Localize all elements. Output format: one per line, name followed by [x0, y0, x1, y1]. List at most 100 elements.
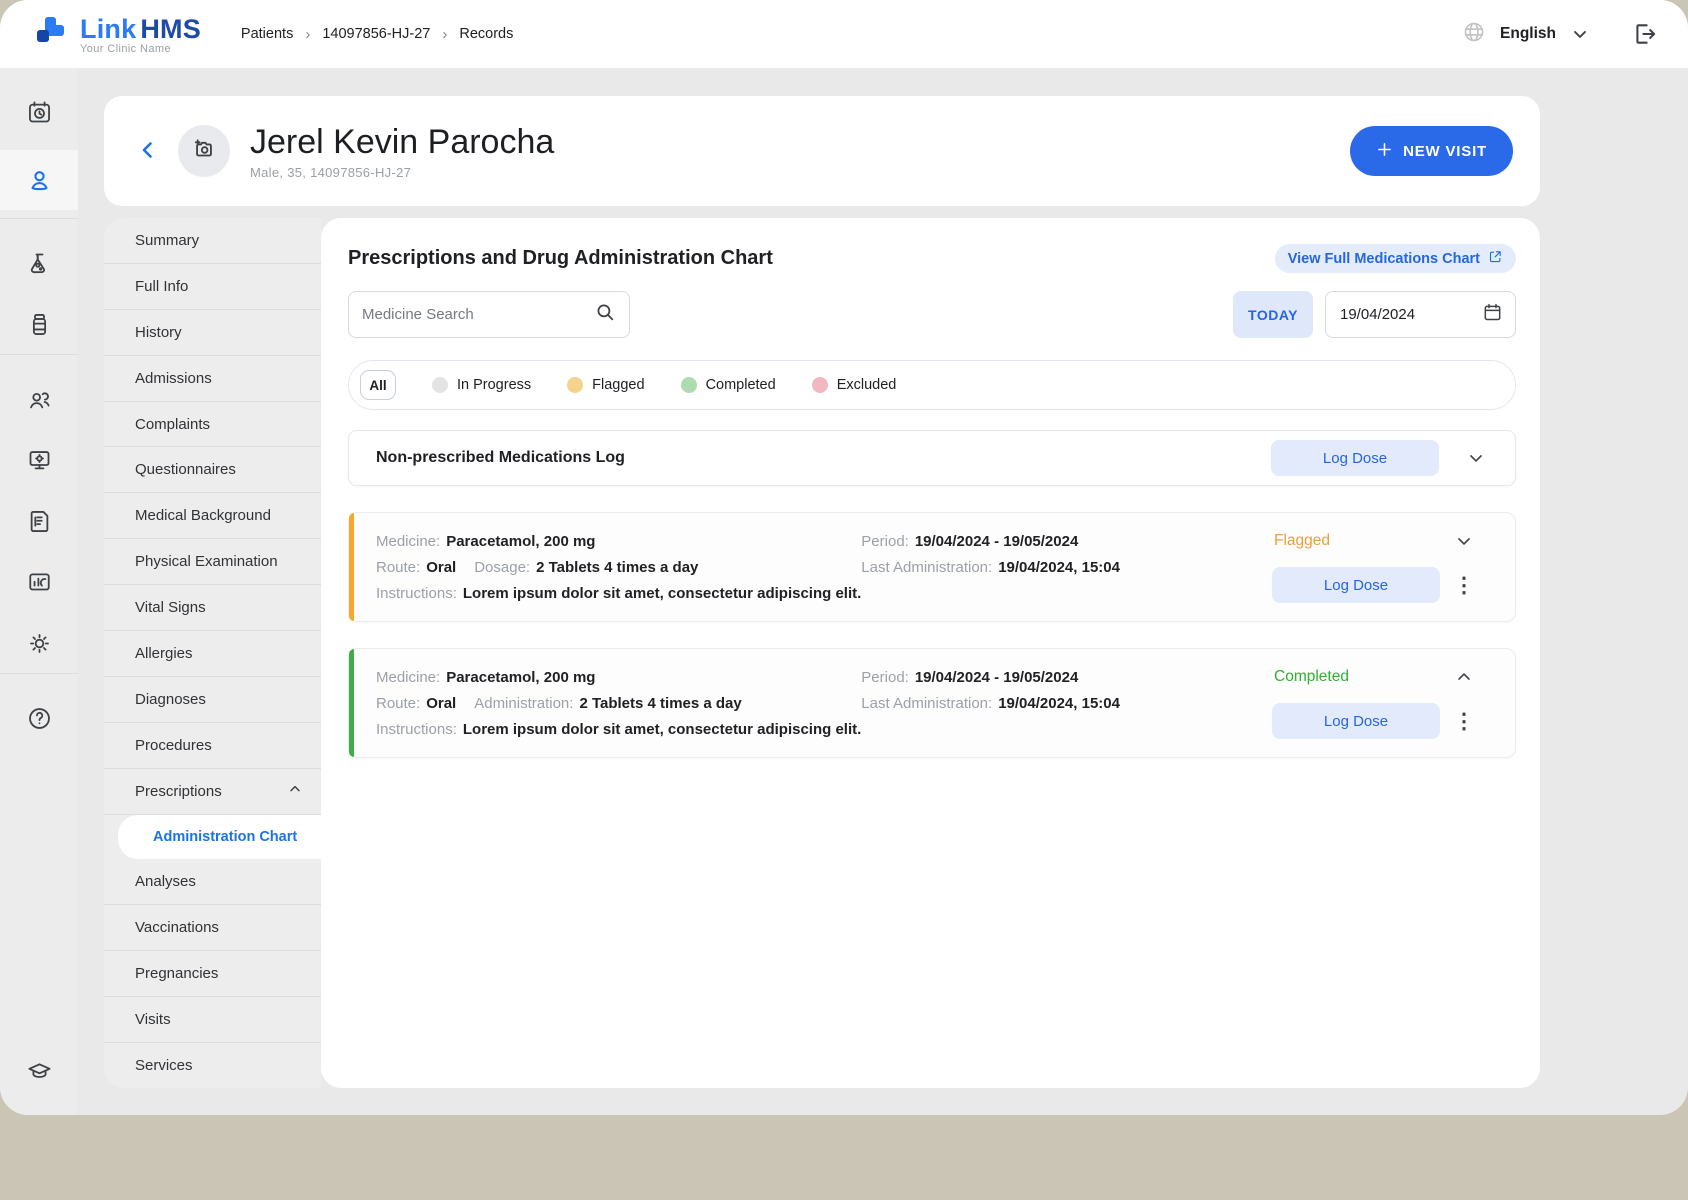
content-area: Jerel Kevin Parocha Male, 35, 14097856-H…	[78, 68, 1688, 1115]
date-picker	[1325, 291, 1516, 338]
medicine-value: Paracetamol, 200 mg	[446, 533, 595, 550]
breadcrumb-patients[interactable]: Patients	[241, 26, 293, 42]
patient-header-card: Jerel Kevin Parocha Male, 35, 14097856-H…	[104, 96, 1540, 206]
app-window: LinkHMS Your Clinic Name Patients › 1409…	[0, 0, 1688, 1115]
laboratory-icon[interactable]	[17, 241, 61, 285]
administration-value: 2 Tablets 4 times a day	[579, 695, 741, 712]
schedule-calendar-icon[interactable]	[17, 90, 61, 134]
filter-in-progress[interactable]: In Progress	[432, 377, 531, 393]
rail-divider	[0, 673, 78, 674]
nav-item-services[interactable]: Services	[104, 1043, 321, 1088]
nav-item-analyses[interactable]: Analyses	[104, 859, 321, 905]
new-visit-button[interactable]: NEW VISIT	[1350, 126, 1513, 176]
instructions-value: Lorem ipsum dolor sit amet, consectetur …	[463, 585, 861, 602]
dosage-value: 2 Tablets 4 times a day	[536, 559, 698, 576]
language-chevron-down-icon[interactable]	[1570, 24, 1590, 44]
record-nav-panel: Summary Full Info History Admissions Com…	[104, 218, 321, 1088]
log-dose-button[interactable]: Log Dose	[1272, 703, 1440, 739]
kebab-menu-icon[interactable]: ⋮	[1452, 573, 1476, 597]
medicine-search-input[interactable]	[362, 306, 594, 323]
logout-icon[interactable]	[1632, 21, 1658, 47]
globe-icon	[1462, 20, 1486, 49]
billing-icon[interactable]	[17, 499, 61, 543]
nav-item-prescriptions[interactable]: Prescriptions	[104, 769, 321, 815]
pharmacy-icon[interactable]	[17, 302, 61, 346]
breadcrumb-separator: ›	[305, 26, 310, 43]
breadcrumb-patient-id[interactable]: 14097856-HJ-27	[322, 26, 430, 42]
nav-item-procedures[interactable]: Procedures	[104, 723, 321, 769]
in-progress-dot-icon	[432, 377, 448, 393]
external-link-icon	[1488, 249, 1503, 268]
avatar[interactable]	[178, 125, 230, 177]
nav-item-vital-signs[interactable]: Vital Signs	[104, 585, 321, 631]
settings-gear-icon[interactable]	[17, 621, 61, 665]
nav-item-history[interactable]: History	[104, 310, 321, 356]
reports-icon[interactable]	[17, 560, 61, 604]
breadcrumb: Patients › 14097856-HJ-27 › Records	[241, 26, 513, 43]
education-icon[interactable]	[17, 1049, 61, 1093]
last-administration-value: 19/04/2024, 15:04	[998, 695, 1120, 712]
instructions-value: Lorem ipsum dolor sit amet, consectetur …	[463, 721, 861, 738]
nav-item-diagnoses[interactable]: Diagnoses	[104, 677, 321, 723]
nav-item-full-info[interactable]: Full Info	[104, 264, 321, 310]
staff-icon[interactable]	[17, 377, 61, 421]
status-badge: Completed	[1272, 668, 1440, 686]
calendar-icon[interactable]	[1482, 302, 1503, 328]
search-icon[interactable]	[594, 301, 616, 328]
filter-completed[interactable]: Completed	[681, 377, 776, 393]
filter-excluded[interactable]: Excluded	[812, 377, 897, 393]
log-dose-button[interactable]: Log Dose	[1271, 440, 1439, 476]
chevron-up-icon[interactable]	[1452, 665, 1476, 689]
status-accent-bar	[349, 649, 354, 757]
medicine-search-box	[348, 291, 630, 338]
language-selector-label[interactable]: English	[1500, 25, 1556, 43]
nav-item-summary[interactable]: Summary	[104, 218, 321, 264]
kebab-menu-icon[interactable]: ⋮	[1452, 709, 1476, 733]
nav-item-physical-examination[interactable]: Physical Examination	[104, 539, 321, 585]
log-bar-title: Non-prescribed Medications Log	[376, 449, 625, 467]
medication-card-completed: Medicine:Paracetamol, 200 mg Route:OralA…	[348, 648, 1516, 758]
filter-flagged[interactable]: Flagged	[567, 377, 644, 393]
chevron-down-icon[interactable]	[1452, 529, 1476, 553]
medicine-value: Paracetamol, 200 mg	[446, 669, 595, 686]
page-title: Prescriptions and Drug Administration Ch…	[348, 247, 773, 270]
nav-item-medical-background[interactable]: Medical Background	[104, 493, 321, 539]
patient-meta: Male, 35, 14097856-HJ-27	[250, 165, 554, 180]
nav-item-administration-chart-active[interactable]: Administration Chart	[118, 815, 321, 860]
non-prescribed-log-bar: Non-prescribed Medications Log Log Dose	[348, 430, 1516, 486]
filter-all-chip[interactable]: All	[360, 370, 396, 400]
logo-cross-icon	[30, 12, 70, 57]
log-dose-button[interactable]: Log Dose	[1272, 567, 1440, 603]
chevron-down-icon[interactable]	[1464, 446, 1488, 470]
today-button[interactable]: TODAY	[1233, 291, 1313, 338]
medication-card-flagged: Medicine:Paracetamol, 200 mg Route:OralD…	[348, 512, 1516, 622]
nav-item-admissions[interactable]: Admissions	[104, 356, 321, 402]
nav-item-complaints[interactable]: Complaints	[104, 402, 321, 448]
help-icon[interactable]	[17, 696, 61, 740]
nav-item-pregnancies[interactable]: Pregnancies	[104, 951, 321, 997]
view-full-medications-chart-link[interactable]: View Full Medications Chart	[1275, 244, 1516, 273]
main-panel: Prescriptions and Drug Administration Ch…	[321, 218, 1540, 1088]
route-value: Oral	[426, 695, 456, 712]
nav-item-vaccinations[interactable]: Vaccinations	[104, 905, 321, 951]
nav-item-allergies[interactable]: Allergies	[104, 631, 321, 677]
period-value: 19/04/2024 - 19/05/2024	[915, 669, 1078, 686]
workstation-icon[interactable]	[17, 438, 61, 482]
patients-icon[interactable]	[17, 158, 61, 202]
rail-divider	[0, 218, 78, 219]
last-administration-value: 19/04/2024, 15:04	[998, 559, 1120, 576]
flagged-dot-icon	[567, 377, 583, 393]
back-chevron-icon[interactable]	[136, 138, 160, 165]
top-bar: LinkHMS Your Clinic Name Patients › 1409…	[0, 0, 1688, 68]
nav-item-administration-chart: Administration Chart	[104, 815, 321, 860]
date-input[interactable]	[1340, 306, 1460, 323]
nav-item-visits[interactable]: Visits	[104, 997, 321, 1043]
excluded-dot-icon	[812, 377, 828, 393]
icon-rail	[0, 68, 78, 1115]
nav-item-questionnaires[interactable]: Questionnaires	[104, 447, 321, 493]
patient-name: Jerel Kevin Parocha	[250, 123, 554, 162]
period-value: 19/04/2024 - 19/05/2024	[915, 533, 1078, 550]
plus-icon	[1376, 141, 1393, 162]
route-value: Oral	[426, 559, 456, 576]
breadcrumb-records[interactable]: Records	[459, 26, 513, 42]
